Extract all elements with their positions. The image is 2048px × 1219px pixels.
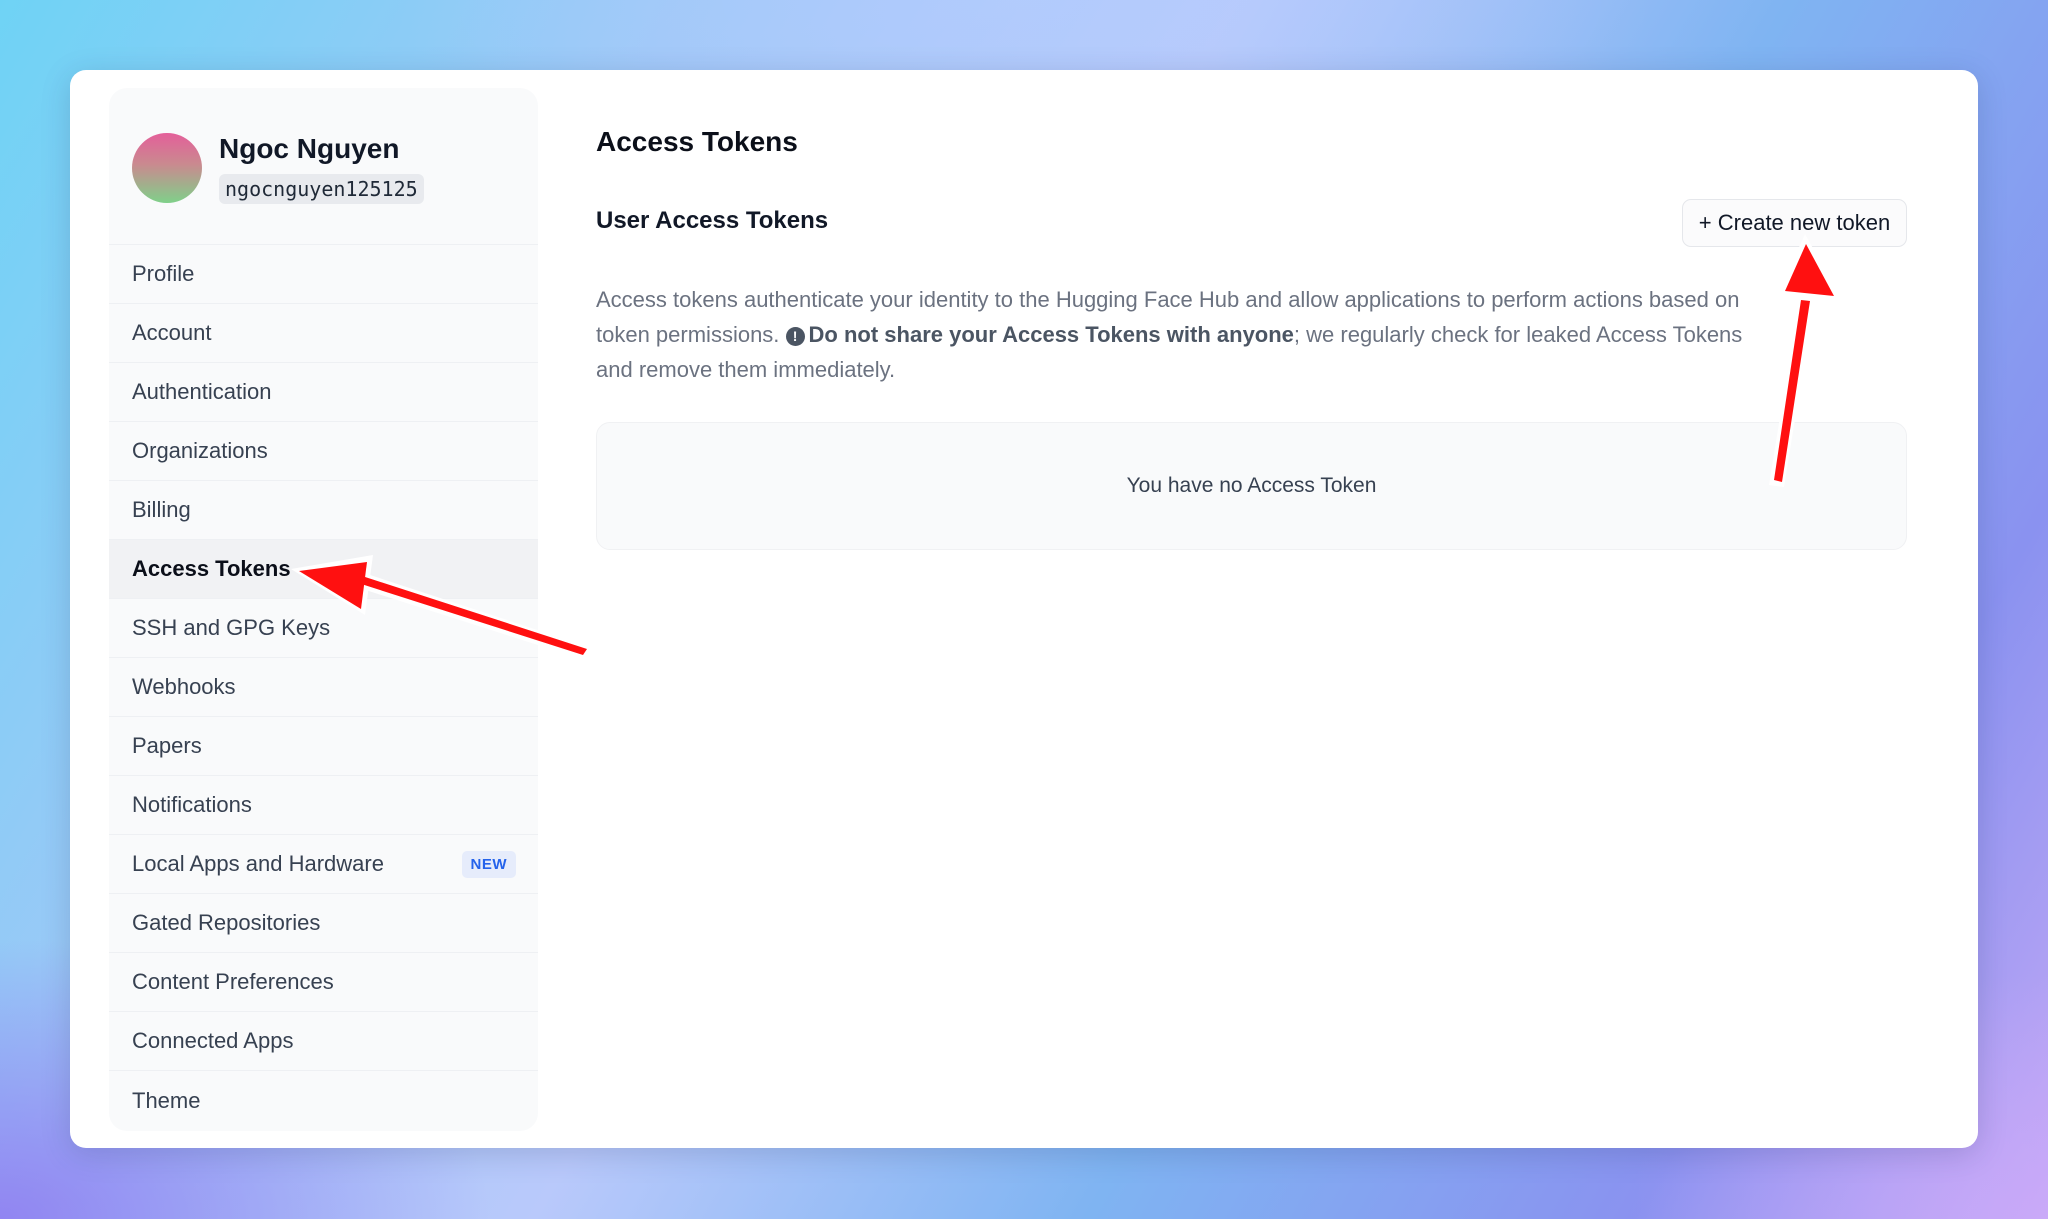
sidebar-item-authentication[interactable]: Authentication <box>109 363 538 422</box>
profile-header: Ngoc Nguyen ngocnguyen125125 <box>109 88 538 245</box>
warning-text: Do not share your Access Tokens with any… <box>809 322 1294 347</box>
sidebar-item-gated-repositories[interactable]: Gated Repositories <box>109 894 538 953</box>
settings-window: Ngoc Nguyen ngocnguyen125125 Profile Acc… <box>70 70 1978 1148</box>
sidebar-item-label: Account <box>132 320 212 345</box>
empty-state-text: You have no Access Token <box>1126 474 1377 497</box>
user-name: Ngoc Nguyen <box>219 133 400 164</box>
sidebar-item-connected-apps[interactable]: Connected Apps <box>109 1012 538 1071</box>
sidebar-item-theme[interactable]: Theme <box>109 1071 538 1130</box>
warning-text-1: Do not share your <box>808 322 997 347</box>
sidebar-item-label: Authentication <box>132 379 272 404</box>
page-title: Access Tokens <box>596 126 798 157</box>
settings-nav: Profile Account Authentication Organizat… <box>109 245 538 1130</box>
user-handle: ngocnguyen125125 <box>219 174 424 204</box>
sidebar-item-label: Content Preferences <box>132 969 334 994</box>
sidebar-item-label: Notifications <box>132 792 252 817</box>
annotation-arrow-create <box>1769 234 1842 487</box>
sidebar-item-label: Organizations <box>132 438 268 463</box>
sidebar-item-label: Papers <box>132 733 202 758</box>
sidebar-item-label: Webhooks <box>132 674 236 699</box>
new-badge: NEW <box>461 850 516 878</box>
warning-text-2: Access Tokens <box>1002 322 1161 347</box>
sidebar-item-local-apps[interactable]: Local Apps and Hardware NEW <box>109 835 538 894</box>
sidebar-item-content-preferences[interactable]: Content Preferences <box>109 953 538 1012</box>
empty-token-list: You have no Access Token <box>596 422 1907 550</box>
sidebar-item-label: Access Tokens <box>132 556 291 581</box>
sidebar-item-label: Theme <box>132 1087 201 1113</box>
warning-text-3: with anyone <box>1166 322 1294 347</box>
sidebar-item-label: Connected Apps <box>132 1028 294 1053</box>
sidebar-item-label: Gated Repositories <box>132 910 321 935</box>
sidebar-item-profile[interactable]: Profile <box>109 245 538 304</box>
sidebar-item-label: Billing <box>132 497 191 522</box>
sidebar-item-papers[interactable]: Papers <box>109 717 538 776</box>
section-title: User Access Tokens <box>596 207 829 234</box>
sidebar-item-billing[interactable]: Billing <box>109 481 538 540</box>
avatar[interactable] <box>132 133 202 203</box>
sidebar-item-label: Profile <box>132 261 195 286</box>
sidebar-item-organizations[interactable]: Organizations <box>109 422 538 481</box>
annotation-arrow-sidebar <box>291 555 589 660</box>
exclamation-circle-icon: ! <box>785 327 805 346</box>
sidebar-item-account[interactable]: Account <box>109 304 538 363</box>
sidebar-item-label: Local Apps and Hardware <box>132 851 384 876</box>
tokens-description: Access tokens authenticate your identity… <box>596 282 1756 387</box>
sidebar-item-notifications[interactable]: Notifications <box>109 776 538 835</box>
